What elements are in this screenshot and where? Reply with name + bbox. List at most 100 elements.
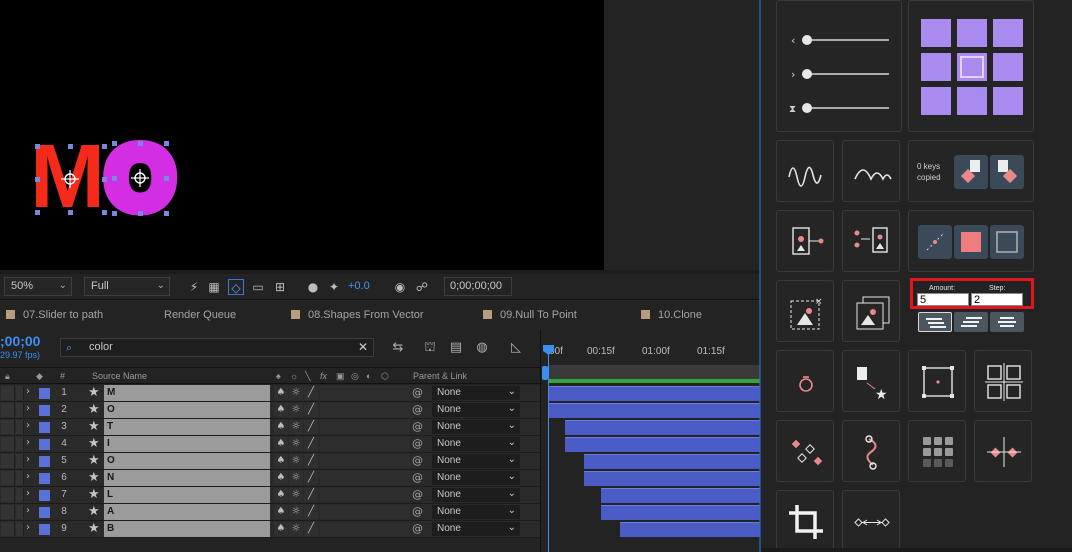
shy-switch-icon[interactable]: ♠: [274, 471, 288, 485]
layer-duration-bar[interactable]: [601, 505, 760, 520]
quality-switch-icon[interactable]: ╱: [304, 437, 318, 451]
layer-name[interactable]: B: [104, 521, 270, 537]
parent-dropdown[interactable]: None ⌄: [432, 420, 520, 434]
shy-layers-icon[interactable]: ▤: [448, 340, 464, 356]
layer-duration-bar[interactable]: [565, 420, 760, 435]
show-snapshot-icon[interactable]: ☍: [414, 279, 430, 295]
grid-layout-tile[interactable]: [908, 420, 966, 482]
audio-switch[interactable]: [16, 437, 24, 451]
visibility-switch[interactable]: [1, 420, 15, 434]
shy-switch-icon[interactable]: ♠: [274, 488, 288, 502]
layer-row[interactable]: › 2 ★ O ♠ ☼ ╱ @ None ⌄: [0, 402, 540, 419]
visibility-switch[interactable]: [1, 522, 15, 536]
layer-duration-bar[interactable]: [548, 403, 760, 418]
layer-switch-boxes[interactable]: [320, 505, 410, 519]
distribute-tile[interactable]: [842, 490, 900, 552]
column-parent[interactable]: Parent & Link: [413, 371, 467, 381]
chevron-right-icon[interactable]: ›: [26, 386, 30, 397]
chevron-right-icon[interactable]: ›: [26, 437, 30, 448]
transparency-grid-icon[interactable]: ▦: [206, 279, 222, 295]
fast-previews-icon[interactable]: ⚡: [186, 279, 202, 295]
tab-null-to-point[interactable]: 09.Null To Point: [483, 309, 577, 321]
selection-handle[interactable]: [35, 210, 40, 215]
collapse-switch-icon[interactable]: ☼: [289, 488, 303, 502]
timeline-current-time[interactable]: ;00;00: [0, 333, 40, 349]
shy-switch-icon[interactable]: ♠: [274, 454, 288, 468]
collapse-switch-icon[interactable]: ☼: [289, 471, 303, 485]
shy-switch-icon[interactable]: ♠: [274, 437, 288, 451]
collapse-switch-icon[interactable]: ☼: [289, 437, 303, 451]
grid-split-tile[interactable]: [974, 350, 1032, 412]
parent-dropdown[interactable]: None ⌄: [432, 505, 520, 519]
chevron-right-icon[interactable]: ›: [26, 454, 30, 465]
shy-switch-icon[interactable]: ♠: [274, 522, 288, 536]
layer-search-input[interactable]: ⌕ color ✕: [60, 338, 374, 357]
parent-dropdown[interactable]: None ⌄: [432, 454, 520, 468]
layer-row[interactable]: › 5 ★ O ♠ ☼ ╱ @ None ⌄: [0, 453, 540, 470]
audio-switch[interactable]: [16, 488, 24, 502]
tab-shapes-from-vector[interactable]: 08.Shapes From Vector: [291, 309, 424, 321]
pickwhip-icon[interactable]: @: [412, 522, 423, 535]
tab-clone[interactable]: 10.Clone: [641, 309, 702, 321]
color-channels-icon[interactable]: ●: [305, 279, 321, 295]
null-to-layer-tile[interactable]: [842, 210, 900, 272]
work-area-bar[interactable]: [548, 379, 760, 383]
layer-row[interactable]: › 4 ★ I ♠ ☼ ╱ @ None ⌄: [0, 436, 540, 453]
visibility-switch[interactable]: [1, 488, 15, 502]
selection-handle[interactable]: [68, 210, 73, 215]
layer-switch-boxes[interactable]: [320, 488, 410, 502]
column-source-name[interactable]: Source Name: [92, 371, 147, 381]
layer-row[interactable]: › 8 ★ A ♠ ☼ ╱ @ None ⌄: [0, 504, 540, 521]
quality-switch-icon[interactable]: ╱: [304, 386, 318, 400]
layer-name[interactable]: M: [104, 385, 270, 401]
chevron-right-icon[interactable]: ›: [26, 403, 30, 414]
label-color-swatch[interactable]: [39, 405, 50, 416]
audio-switch[interactable]: [16, 454, 24, 468]
graph-editor-icon[interactable]: ◺: [508, 340, 524, 356]
label-color-swatch[interactable]: [39, 388, 50, 399]
shy-switch-icon[interactable]: ♠: [274, 386, 288, 400]
mask-path-icon[interactable]: ◇: [228, 279, 244, 295]
layer-switch-boxes[interactable]: [320, 437, 410, 451]
visibility-switch[interactable]: [1, 437, 15, 451]
layer-to-null-tile[interactable]: [776, 210, 834, 272]
visibility-switch[interactable]: [1, 403, 15, 417]
pickwhip-icon[interactable]: @: [412, 420, 423, 433]
parent-dropdown[interactable]: None ⌄: [432, 386, 520, 400]
work-area-band[interactable]: [548, 365, 760, 379]
audio-switch[interactable]: [16, 420, 24, 434]
fill-shape-button[interactable]: [954, 225, 988, 259]
bounding-box-tile[interactable]: [908, 350, 966, 412]
chevron-right-icon[interactable]: ›: [26, 505, 30, 516]
bounce-tile[interactable]: [842, 140, 900, 202]
parent-dropdown[interactable]: None ⌄: [432, 471, 520, 485]
layer-name[interactable]: T: [104, 419, 270, 435]
layer-to-star-tile[interactable]: ★: [842, 350, 900, 412]
parent-dropdown[interactable]: None ⌄: [432, 403, 520, 417]
align-center-button[interactable]: [954, 312, 988, 332]
shy-switch-icon[interactable]: ♠: [274, 403, 288, 417]
layer-name[interactable]: O: [104, 402, 270, 418]
layer-row[interactable]: › 3 ★ T ♠ ☼ ╱ @ None ⌄: [0, 419, 540, 436]
selection-handle[interactable]: [164, 141, 169, 146]
layer-switch-boxes[interactable]: [320, 386, 410, 400]
spring-tile[interactable]: [842, 420, 900, 482]
layer-duration-bar[interactable]: [620, 522, 760, 537]
layer-duration-bar[interactable]: [565, 437, 760, 452]
camera-snapshot-icon[interactable]: ◉: [392, 279, 408, 295]
quality-switch-icon[interactable]: ╱: [304, 522, 318, 536]
selection-handle[interactable]: [138, 141, 143, 146]
sliders-tile[interactable]: ‹ › ⧗: [776, 0, 902, 132]
label-color-swatch[interactable]: [39, 473, 50, 484]
zoom-dropdown[interactable]: 50% ⌄: [4, 277, 72, 296]
audio-switch[interactable]: [16, 505, 24, 519]
label-color-swatch[interactable]: [39, 524, 50, 535]
chevron-right-icon[interactable]: ›: [26, 471, 30, 482]
selection-handle[interactable]: [102, 144, 107, 149]
selection-handle[interactable]: [35, 177, 40, 182]
layer-switch-boxes[interactable]: [320, 403, 410, 417]
label-color-swatch[interactable]: [39, 422, 50, 433]
parent-dropdown[interactable]: None ⌄: [432, 488, 520, 502]
layer-name[interactable]: A: [104, 504, 270, 520]
layer-duration-bar[interactable]: [584, 471, 760, 486]
